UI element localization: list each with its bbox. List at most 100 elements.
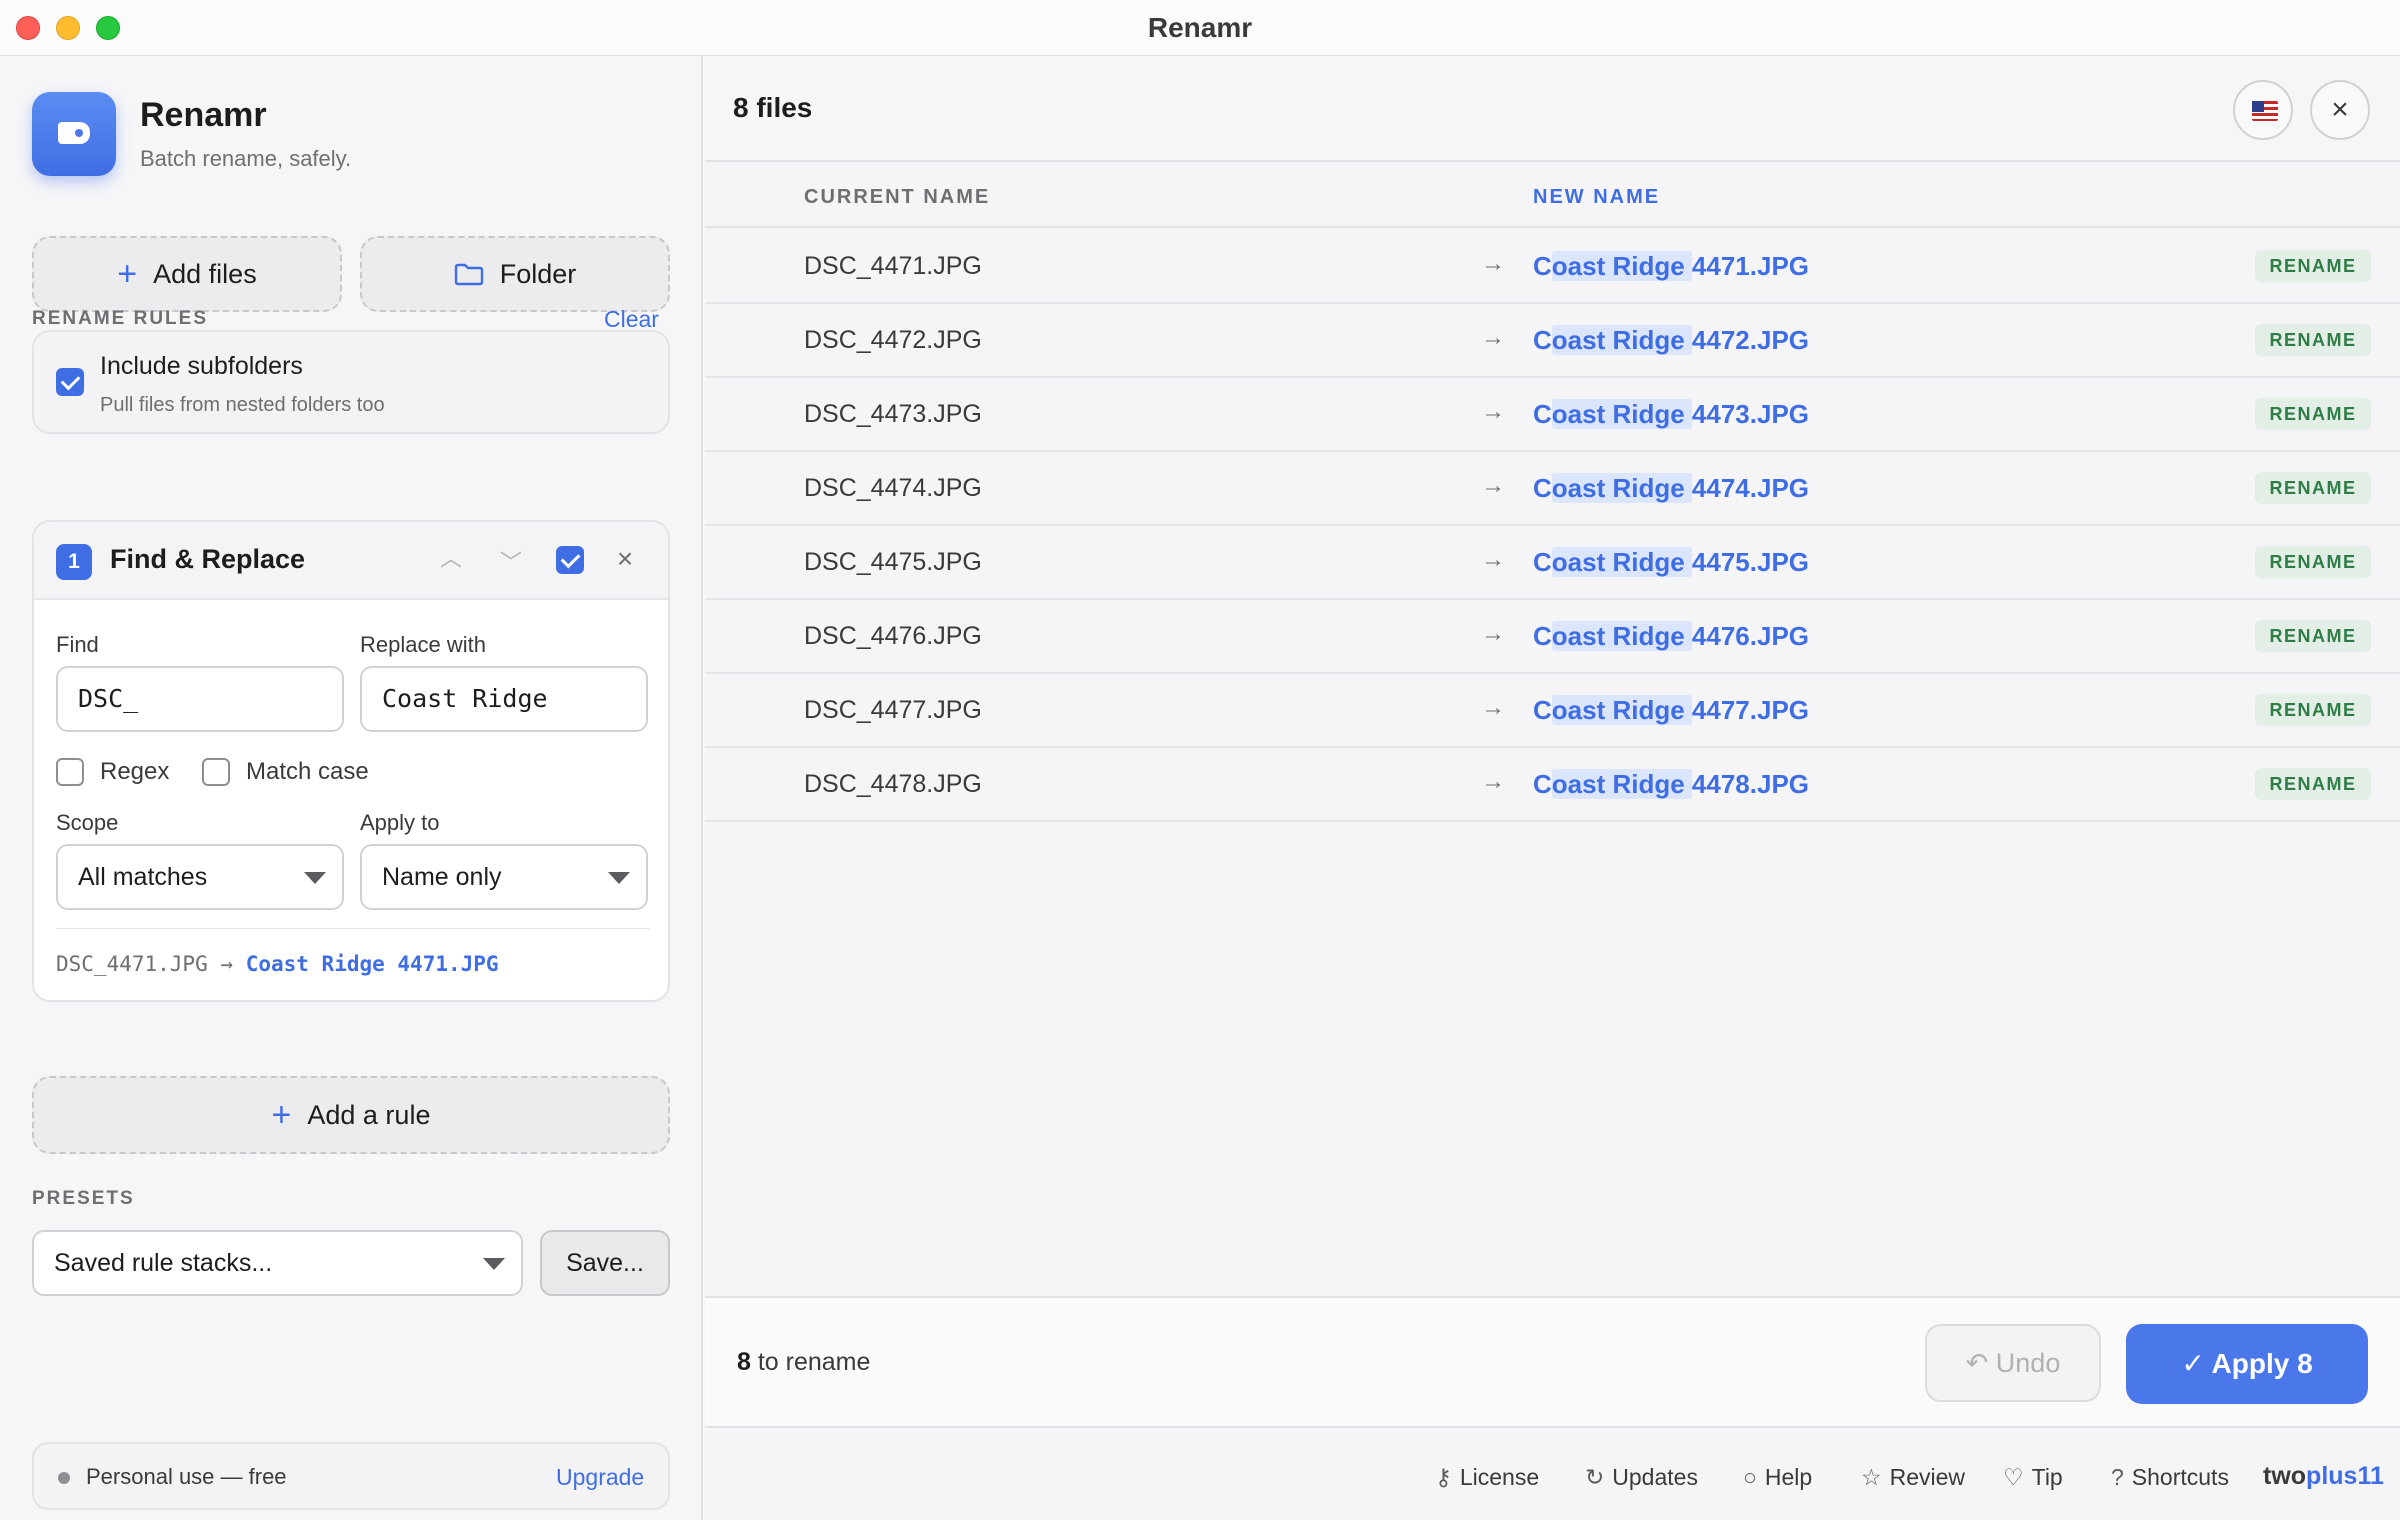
include-subfolders-checkbox[interactable] [56, 368, 84, 396]
window-title: Renamr [1147, 12, 1253, 43]
add-rule-label: Add a rule [307, 1099, 431, 1130]
rename-count-number: 8 [737, 1348, 751, 1376]
find-input[interactable]: DSC_ [56, 666, 344, 732]
action-bar: 8 to rename ↶ Undo ✓ Apply 8 [705, 1296, 2400, 1428]
dropdown-caret-icon [483, 1258, 505, 1270]
rule-title: Find & Replace [110, 544, 306, 574]
new-name-highlight: oast Ridge [1551, 769, 1692, 799]
arrow-right-icon: → [1481, 398, 1505, 425]
move-rule-up-icon[interactable]: ︿ [436, 544, 466, 574]
footer: ⚷ License ↻ Updates ○ Help ☆ Review ♡ Tip ? Sh… [705, 1430, 2400, 1520]
new-name-highlight: oast Ridge [1551, 325, 1692, 355]
find-label: Find [56, 632, 99, 657]
undo-button[interactable]: ↶ Undo [1925, 1324, 2101, 1402]
chat-bubble-icon: ○ [1743, 1464, 1757, 1490]
footer-shortcuts-label: Shortcuts [2131, 1464, 2229, 1490]
new-name-first: C [1533, 547, 1552, 577]
regex-label: Regex [100, 758, 170, 785]
new-name: Coast Ridge 4474.JPG [1533, 473, 1809, 504]
new-name-rest: 4477.JPG [1691, 695, 1810, 725]
star-icon: ☆ [1861, 1464, 1882, 1490]
app-window: Renamr Renamr Batch rename, safely. + Ad… [0, 0, 2400, 1520]
footer-shortcuts-link[interactable]: ? Shortcuts [2111, 1464, 2229, 1491]
table-row[interactable]: DSC_4476.JPG → Coast Ridge 4476.JPG RENAME [705, 600, 2400, 674]
replace-input[interactable]: Coast Ridge [360, 666, 648, 732]
footer-tip-link[interactable]: ♡ Tip [2003, 1464, 2063, 1491]
new-name-highlight: oast Ridge [1551, 621, 1692, 651]
scope-select[interactable]: All matches [56, 844, 344, 910]
new-name: Coast Ridge 4476.JPG [1533, 621, 1809, 652]
main-header: 8 files × [705, 56, 2400, 162]
new-name-highlight: oast Ridge [1551, 399, 1692, 429]
status-badge: RENAME [2255, 546, 2371, 578]
table-row[interactable]: DSC_4471.JPG → Coast Ridge 4471.JPG RENAME [705, 230, 2400, 304]
footer-updates-link[interactable]: ↻ Updates [1585, 1464, 1698, 1491]
table-row[interactable]: DSC_4478.JPG → Coast Ridge 4478.JPG RENAME [705, 748, 2400, 822]
status-badge: RENAME [2255, 472, 2371, 504]
footer-review-link[interactable]: ☆ Review [1861, 1464, 1965, 1491]
add-files-button[interactable]: + Add files [32, 236, 342, 312]
add-folder-button[interactable]: Folder [360, 236, 670, 312]
rename-rules-heading: RENAME RULES [32, 308, 209, 329]
undo-label: Undo [1995, 1348, 2061, 1378]
presets-select[interactable]: Saved rule stacks... [32, 1230, 523, 1296]
table-row[interactable]: DSC_4472.JPG → Coast Ridge 4472.JPG RENAME [705, 304, 2400, 378]
title-bar: Renamr [0, 0, 2400, 56]
rename-count-suffix: to rename [750, 1348, 871, 1376]
developer-brand[interactable]: twoplus11 [2263, 1462, 2384, 1491]
scope-label: Scope [56, 810, 119, 835]
new-name: Coast Ridge 4473.JPG [1533, 399, 1809, 430]
refresh-icon: ↻ [1585, 1464, 1605, 1490]
scope-value: All matches [78, 863, 208, 891]
apply-to-select[interactable]: Name only [360, 844, 648, 910]
new-name-rest: 4476.JPG [1691, 621, 1810, 651]
license-status: Personal use — free Upgrade [32, 1442, 670, 1510]
new-name-highlight: oast Ridge [1551, 473, 1692, 503]
add-rule-button[interactable]: + Add a rule [32, 1076, 670, 1154]
new-name-highlight: oast Ridge [1551, 547, 1692, 577]
remove-rule-icon[interactable]: × [608, 542, 642, 576]
footer-license-link[interactable]: ⚷ License [1435, 1464, 1539, 1491]
table-row[interactable]: DSC_4474.JPG → Coast Ridge 4474.JPG RENAME [705, 452, 2400, 526]
heart-icon: ♡ [2003, 1464, 2024, 1490]
language-button[interactable] [2233, 80, 2293, 140]
footer-tip-label: Tip [2031, 1464, 2063, 1490]
regex-checkbox[interactable] [56, 758, 84, 786]
folder-label: Folder [499, 258, 577, 289]
new-name-first: C [1533, 695, 1552, 725]
app-tagline: Batch rename, safely. [140, 146, 352, 171]
move-rule-down-icon[interactable]: ﹀ [496, 548, 526, 578]
main-panel: 8 files × CURRENT NAME NEW NAME DSC_4471… [705, 56, 2400, 1520]
apply-button[interactable]: ✓ Apply 8 [2126, 1324, 2368, 1404]
new-name-highlight: oast Ridge [1551, 695, 1692, 725]
current-name: DSC_4477.JPG [804, 696, 982, 724]
app-name: Renamr [140, 96, 267, 134]
plus-icon: + [117, 255, 138, 293]
new-name-rest: 4473.JPG [1691, 399, 1810, 429]
new-name-rest: 4478.JPG [1691, 769, 1810, 799]
save-preset-button[interactable]: Save... [540, 1230, 670, 1296]
plus-icon: + [271, 1096, 292, 1134]
include-subfolders-option[interactable]: Include subfolders Pull files from neste… [32, 330, 670, 434]
status-badge: RENAME [2255, 620, 2371, 652]
rule-preview: DSC_4471.JPG → Coast Ridge 4471.JPG [56, 952, 499, 976]
presets-heading: PRESETS [32, 1188, 135, 1209]
table-row[interactable]: DSC_4475.JPG → Coast Ridge 4475.JPG RENAME [705, 526, 2400, 600]
rule-divider [56, 928, 650, 929]
undo-icon: ↶ [1965, 1348, 1989, 1378]
arrow-right-icon: → [1481, 472, 1505, 499]
rule-enabled-checkbox[interactable] [556, 546, 584, 574]
arrow-right-icon: → [1481, 694, 1505, 721]
clear-files-button[interactable]: × [2310, 80, 2370, 140]
upgrade-link[interactable]: Upgrade [556, 1464, 644, 1491]
dropdown-caret-icon [608, 872, 630, 884]
table-row[interactable]: DSC_4473.JPG → Coast Ridge 4473.JPG RENAME [705, 378, 2400, 452]
match-case-checkbox[interactable] [202, 758, 230, 786]
app-logo-icon [32, 92, 116, 176]
apply-to-value: Name only [382, 863, 502, 891]
new-name-first: C [1533, 399, 1552, 429]
footer-help-link[interactable]: ○ Help [1743, 1464, 1812, 1491]
rule-card-find-replace: 1 Find & Replace ︿ ﹀ × Find Replace with… [32, 520, 670, 1002]
clear-rules-link[interactable]: Clear [604, 306, 659, 333]
table-row[interactable]: DSC_4477.JPG → Coast Ridge 4477.JPG RENAME [705, 674, 2400, 748]
